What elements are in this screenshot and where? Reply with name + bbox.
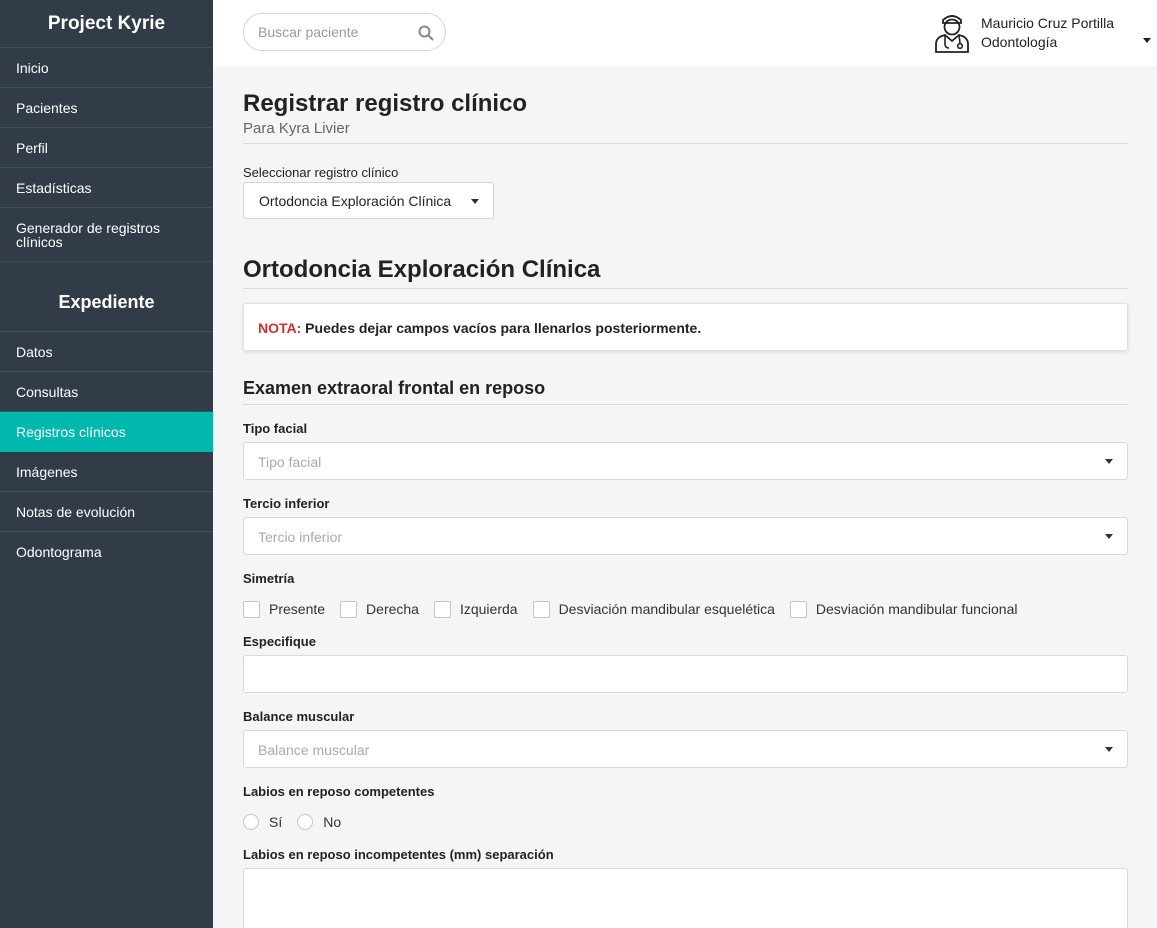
labios-competentes-label: Labios en reposo competentes — [243, 784, 435, 799]
chevron-down-icon — [1105, 459, 1113, 464]
sidebar-item-odontograma[interactable]: Odontograma — [0, 532, 213, 572]
user-role: Odontología — [981, 34, 1058, 50]
sidebar-item-estadisticas[interactable]: Estadísticas — [0, 168, 213, 208]
sidebar-item-imagenes[interactable]: Imágenes — [0, 452, 213, 492]
tipo-facial-placeholder: Tipo facial — [258, 454, 322, 470]
record-type-select[interactable]: Ortodoncia Exploración Clínica — [243, 182, 494, 219]
tercio-inferior-select[interactable]: Tercio inferior — [243, 517, 1128, 555]
tipo-facial-label: Tipo facial — [243, 421, 308, 436]
sidebar-item-inicio[interactable]: Inicio — [0, 48, 213, 88]
sidebar: Project Kyrie Inicio Pacientes Perfil Es… — [0, 0, 213, 928]
search-box — [243, 13, 446, 51]
chevron-down-icon — [1105, 747, 1113, 752]
record-type-value: Ortodoncia Exploración Clínica — [259, 193, 452, 209]
chevron-down-icon — [471, 199, 479, 204]
sidebar-item-consultas[interactable]: Consultas — [0, 372, 213, 412]
divider — [243, 404, 1128, 405]
sidebar-item-pacientes[interactable]: Pacientes — [0, 88, 213, 128]
user-name: Mauricio Cruz Portilla — [981, 15, 1115, 31]
divider — [243, 288, 1128, 289]
page-subtitle: Para Kyra Livier — [243, 120, 350, 137]
divider — [243, 143, 1128, 144]
section-title: Ortodoncia Exploración Clínica — [243, 256, 601, 283]
chevron-down-icon — [1105, 534, 1113, 539]
tercio-inferior-label: Tercio inferior — [243, 496, 330, 511]
subsection-title: Examen extraoral frontal en reposo — [243, 378, 546, 398]
sidebar-item-datos[interactable]: Datos — [0, 332, 213, 372]
chevron-down-icon — [1143, 38, 1151, 43]
balance-muscular-select[interactable]: Balance muscular — [243, 730, 1128, 768]
checkbox-label: Derecha — [366, 601, 419, 617]
checkbox-desviacion-funcional[interactable] — [789, 600, 807, 618]
sidebar-section-expediente: Expediente — [0, 262, 213, 332]
user-menu[interactable]: Mauricio Cruz Portilla Odontología — [932, 10, 1157, 56]
brand-title: Project Kyrie — [0, 0, 213, 48]
balance-muscular-label: Balance muscular — [243, 709, 355, 724]
checkbox-label: Presente — [269, 601, 326, 617]
labios-competentes-options: Sí No — [243, 813, 356, 831]
search-input[interactable] — [258, 24, 408, 40]
checkbox-label: Desviación mandibular esquelética — [558, 601, 775, 617]
radio-label: Sí — [269, 814, 283, 830]
labios-incompetentes-textarea[interactable] — [243, 868, 1128, 928]
note-prefix: NOTA: — [258, 320, 302, 336]
select-record-label: Seleccionar registro clínico — [243, 165, 399, 180]
tipo-facial-select[interactable]: Tipo facial — [243, 442, 1128, 480]
balance-muscular-placeholder: Balance muscular — [258, 742, 370, 758]
doctor-avatar-icon — [935, 15, 969, 53]
especifique-input[interactable] — [243, 655, 1128, 693]
checkbox-izquierda[interactable] — [433, 600, 451, 618]
note-banner: NOTA: Puedes dejar campos vacíos para ll… — [243, 303, 1128, 351]
checkbox-desviacion-esqueletica[interactable] — [532, 600, 550, 618]
sidebar-item-perfil[interactable]: Perfil — [0, 128, 213, 168]
search-icon[interactable] — [417, 24, 435, 42]
topbar: Mauricio Cruz Portilla Odontología — [213, 0, 1157, 66]
note-text: Puedes dejar campos vacíos para llenarlo… — [301, 320, 702, 336]
sidebar-item-notas-evolucion[interactable]: Notas de evolución — [0, 492, 213, 532]
checkbox-presente[interactable] — [243, 600, 260, 618]
checkbox-label: Desviación mandibular funcional — [815, 601, 1018, 617]
simetria-options: Presente Derecha Izquierda Desviación ma… — [243, 600, 1032, 618]
sidebar-item-generador[interactable]: Generador de registros clínicos — [0, 208, 213, 262]
radio-si[interactable] — [243, 814, 259, 830]
labios-incompetentes-label: Labios en reposo incompetentes (mm) sepa… — [243, 847, 554, 862]
sidebar-item-registros-clinicos[interactable]: Registros clínicos — [0, 412, 213, 452]
especifique-label: Especifique — [243, 634, 316, 649]
page-title: Registrar registro clínico — [243, 90, 528, 117]
tercio-inferior-placeholder: Tercio inferior — [258, 529, 343, 545]
checkbox-label: Izquierda — [459, 601, 518, 617]
radio-no[interactable] — [297, 814, 314, 830]
checkbox-derecha[interactable] — [340, 600, 358, 618]
radio-label: No — [323, 814, 342, 830]
simetria-label: Simetría — [243, 571, 295, 586]
